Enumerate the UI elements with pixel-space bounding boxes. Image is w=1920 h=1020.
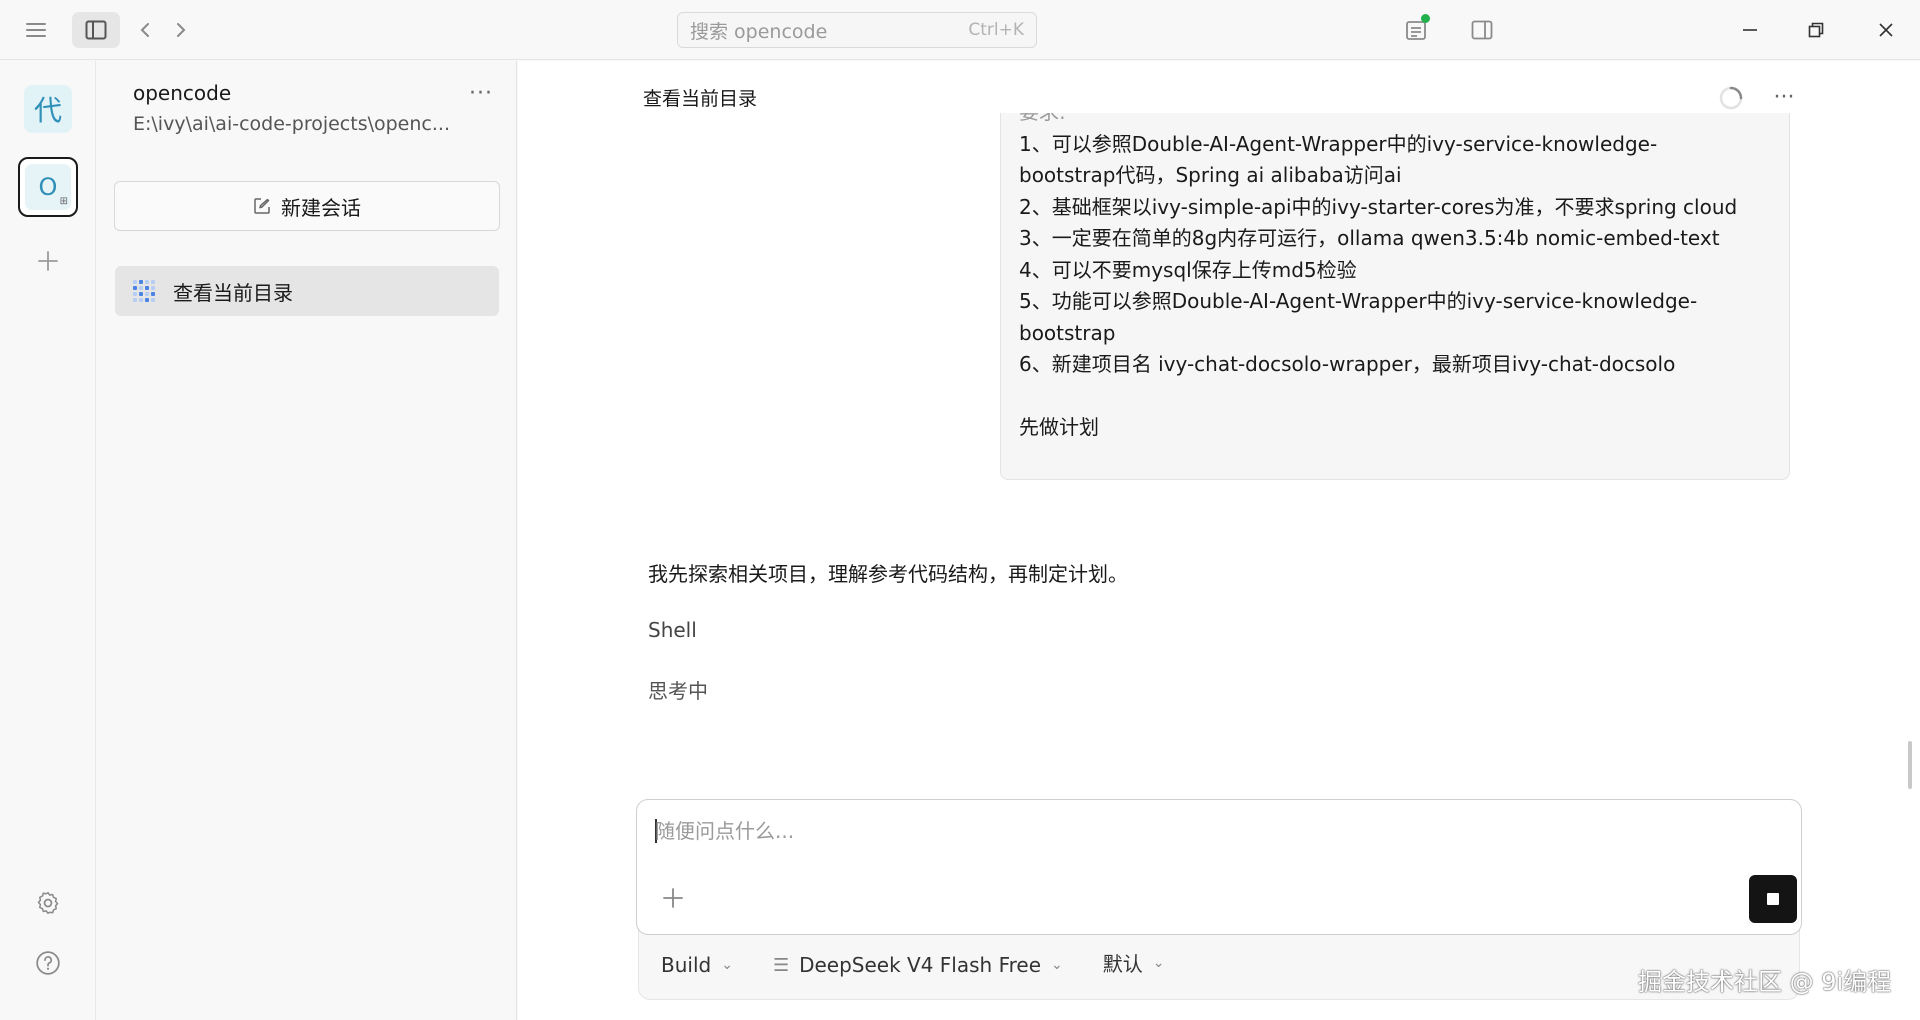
chevron-down-icon: ⌄ <box>1152 954 1165 971</box>
right-panel-icon[interactable] <box>1464 12 1500 48</box>
tool-call-shell[interactable]: Shell <box>648 618 697 642</box>
search-shortcut: Ctrl+K <box>968 20 1024 40</box>
project-avatar-inner: O ⊞ <box>25 164 71 210</box>
sidebar-item-session[interactable]: 查看当前目录 <box>115 266 499 316</box>
plus-icon[interactable] <box>657 882 689 914</box>
message-line: 要求: <box>1019 113 1771 129</box>
composer <box>636 799 1802 935</box>
session-loading-icon <box>133 280 155 302</box>
review-icon[interactable] <box>1398 12 1434 48</box>
message-line: 1、可以参照Double-AI-Agent-Wrapper中的ivy-servi… <box>1019 131 1658 156</box>
message-line: 2、基础框架以ivy-simple-api中的ivy-starter-cores… <box>1019 194 1738 219</box>
chat-title: 查看当前目录 <box>643 88 758 110</box>
gear-icon[interactable] <box>30 885 66 921</box>
workspace-avatar[interactable]: 代 <box>24 85 72 133</box>
user-message: 要求: 1、可以参照Double-AI-Agent-Wrapper中的ivy-s… <box>1000 113 1790 480</box>
chat-panel: 查看当前目录 ··· 要求: 1、可以参照Double-AI-Agent-Wra… <box>518 61 1920 1020</box>
model-label: DeepSeek V4 Flash Free <box>799 953 1042 977</box>
workspace-rail: 代 O ⊞ <box>0 61 96 1020</box>
help-icon[interactable] <box>30 945 66 981</box>
prompt-input[interactable] <box>655 814 1755 848</box>
thinking-status: 思考中 <box>648 679 708 703</box>
message-line: 先做计划 <box>1019 415 1099 439</box>
restore-icon[interactable] <box>1796 10 1836 50</box>
chevron-down-icon: ⌄ <box>1051 957 1063 973</box>
title-bar: 搜索 opencode Ctrl+K <box>0 0 1920 60</box>
online-status-dot <box>1421 14 1430 23</box>
search-input[interactable]: 搜索 opencode Ctrl+K <box>677 12 1037 48</box>
menu-icon[interactable] <box>18 12 54 48</box>
scrollbar-thumb[interactable] <box>1908 741 1912 789</box>
chevron-right-icon[interactable] <box>166 12 196 48</box>
model-provider-icon: ☰ <box>772 954 790 976</box>
project-name: opencode <box>133 81 232 105</box>
project-path: E:\ivy\ai\ai-code-projects\openc... <box>133 113 450 135</box>
add-project-icon[interactable] <box>30 243 66 279</box>
new-session-button[interactable]: 新建会话 <box>114 181 500 231</box>
variant-label: 默认 <box>1102 952 1143 976</box>
spinner-icon <box>1719 86 1743 110</box>
message-line: 5、功能可以参照Double-AI-Agent-Wrapper中的ivy-ser… <box>1019 289 1698 313</box>
variant-selector[interactable]: 默认 ⌄ <box>1103 948 1165 977</box>
search-placeholder: 搜索 opencode <box>690 20 828 43</box>
watermark: 掘金技术社区 @ 9i编程 <box>1638 968 1892 996</box>
assistant-message: 我先探索相关项目，理解参考代码结构，再制定计划。 <box>648 562 1128 586</box>
sidebar-toggle-icon[interactable] <box>72 12 120 48</box>
edit-icon <box>254 198 270 214</box>
chat-more-icon[interactable]: ··· <box>1766 79 1802 115</box>
message-line: 4、可以不要mysql保存上传md5检验 <box>1019 257 1357 282</box>
new-session-label: 新建会话 <box>281 195 361 220</box>
message-line: bootstrap代码，Spring ai alibaba访问ai <box>1019 163 1402 187</box>
project-avatar-badge: ⊞ <box>59 196 68 207</box>
message-line: 6、新建项目名 ivy-chat-docsolo-wrapper，最新项目ivy… <box>1019 352 1676 376</box>
project-avatar[interactable]: O ⊞ <box>18 157 78 217</box>
project-more-icon[interactable]: ··· <box>463 77 499 109</box>
project-avatar-letter: O <box>38 173 58 201</box>
session-label: 查看当前目录 <box>173 280 293 305</box>
close-icon[interactable] <box>1866 10 1906 50</box>
agent-label: Build <box>661 953 712 977</box>
session-sidebar: opencode E:\ivy\ai\ai-code-projects\open… <box>97 61 517 1020</box>
minimize-icon[interactable] <box>1730 10 1770 50</box>
message-line <box>1019 381 1771 413</box>
message-line: 3、一定要在简单的8g内存可运行，ollama qwen3.5:4b nomic… <box>1019 226 1720 250</box>
message-line: bootstrap <box>1019 320 1116 345</box>
stop-button[interactable] <box>1749 875 1797 923</box>
stop-icon <box>1767 893 1779 905</box>
chevron-left-icon[interactable] <box>130 12 160 48</box>
chevron-down-icon: ⌄ <box>721 957 733 973</box>
agent-selector[interactable]: Build ⌄ <box>661 953 733 977</box>
model-selector[interactable]: ☰ DeepSeek V4 Flash Free ⌄ <box>773 953 1063 977</box>
